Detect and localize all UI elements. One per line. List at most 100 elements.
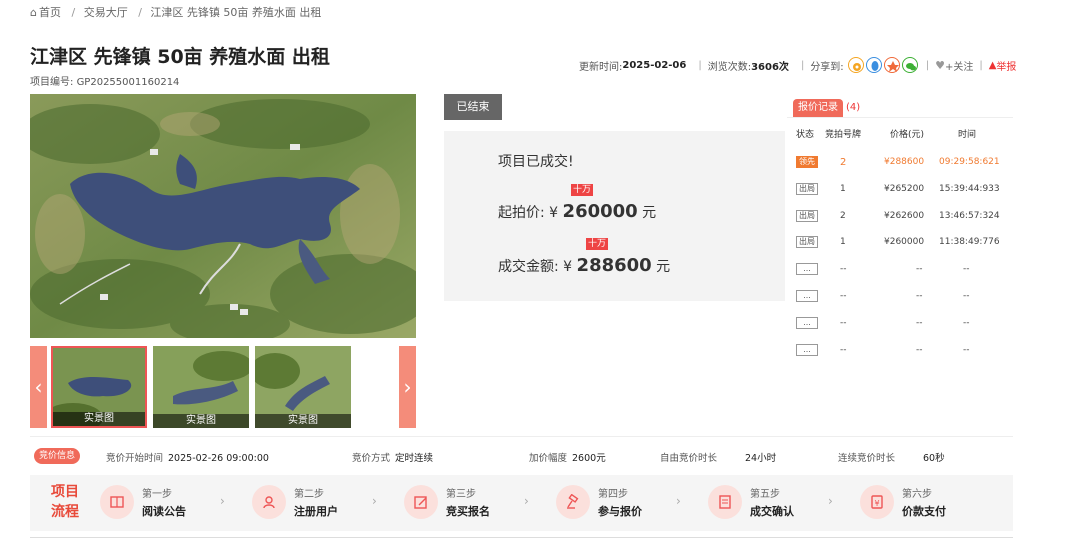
chevron-right-icon: › xyxy=(372,494,377,508)
record-time: 09:29:58:621 xyxy=(939,157,1000,167)
record-price: ¥262600 xyxy=(884,211,925,221)
step-1-circle xyxy=(100,485,134,519)
step-name: 注册用户 xyxy=(294,505,338,518)
info-free-duration: 自由竞价时长 24小时 xyxy=(660,450,776,464)
step-number: 第三步 xyxy=(446,489,476,500)
records-tab[interactable]: 报价记录 xyxy=(793,99,843,117)
step-3-circle xyxy=(404,485,438,519)
record-time: 11:38:49:776 xyxy=(939,237,1000,247)
thumbnail-3[interactable]: 实景图 xyxy=(255,346,351,428)
meta-bar: 更新时间: 2025-02-06 | 浏览次数: 3606次 | 分享到: | … xyxy=(579,57,1017,73)
chevron-right-icon: › xyxy=(828,494,833,508)
wechat-share-icon[interactable] xyxy=(901,57,918,73)
record-price: -- xyxy=(916,291,923,301)
currency-symbol: ¥ xyxy=(549,205,559,221)
record-price: ¥260000 xyxy=(884,237,925,247)
info-start-time: 竞价开始时间 2025-02-26 09:00:00 xyxy=(106,450,269,464)
record-price: -- xyxy=(916,318,923,328)
record-price: ¥265200 xyxy=(884,184,925,194)
col-time: 时间 xyxy=(958,130,977,140)
thumbnail-label: 实景图 xyxy=(53,412,145,426)
follow-button[interactable]: +关注 xyxy=(945,58,973,73)
info-label: 连续竞价时长 xyxy=(838,453,896,464)
breadcrumb-hall[interactable]: 交易大厅 xyxy=(84,6,128,19)
views-label: 浏览次数: xyxy=(707,61,752,73)
breadcrumb: ⌂ 首页 / 交易大厅 / 江津区 先锋镇 50亩 养殖水面 出租 xyxy=(30,6,322,19)
record-bidder: -- xyxy=(840,291,847,301)
report-icon[interactable]: ▲ xyxy=(989,60,997,71)
record-bidder: -- xyxy=(840,345,847,355)
info-value: 2600元 xyxy=(572,453,606,464)
prev-arrow-button[interactable]: ‹ xyxy=(30,346,47,428)
report-button[interactable]: 举报 xyxy=(996,58,1016,73)
step-2-circle xyxy=(252,485,286,519)
info-label: 自由竞价时长 xyxy=(660,453,718,464)
start-unit-badge: 十万 xyxy=(571,184,594,196)
result-text: 项目已成交! xyxy=(498,154,574,170)
divider xyxy=(30,436,1013,437)
records-header: 报价记录 (4) xyxy=(793,99,860,117)
breadcrumb-home[interactable]: 首页 xyxy=(39,6,61,19)
record-status: ... xyxy=(796,290,818,302)
step-number: 第二步 xyxy=(294,489,324,500)
project-number-value: GP20255001160214 xyxy=(76,77,180,88)
record-time: -- xyxy=(963,264,970,274)
info-label: 竞价方式 xyxy=(352,453,391,464)
qzone-share-icon[interactable] xyxy=(883,57,900,73)
records-count: (4) xyxy=(846,102,861,113)
record-time: -- xyxy=(963,291,970,301)
views-value: 3606次 xyxy=(751,61,789,73)
main-photo xyxy=(30,94,416,338)
chevron-left-icon: ‹ xyxy=(34,375,43,399)
info-value: 24小时 xyxy=(745,453,777,464)
record-bidder: 2 xyxy=(840,157,847,168)
info-value: 60秒 xyxy=(923,453,945,464)
qq-share-icon[interactable] xyxy=(865,57,882,73)
info-label: 加价幅度 xyxy=(529,453,568,464)
chevron-right-icon: › xyxy=(676,494,681,508)
heart-icon[interactable]: ♥ xyxy=(935,59,945,72)
thumbnail-2[interactable]: 实景图 xyxy=(153,346,249,428)
step-name: 成交确认 xyxy=(750,505,794,518)
step-number: 第六步 xyxy=(902,489,932,500)
thumbnail-1[interactable]: 实景图 xyxy=(51,346,147,428)
step-number: 第一步 xyxy=(142,489,172,500)
home-icon[interactable]: ⌂ xyxy=(30,6,37,19)
unit-label: 元 xyxy=(656,259,671,275)
start-price-label: 起拍价: xyxy=(498,205,545,221)
next-arrow-button[interactable]: › xyxy=(399,346,416,428)
record-status: ... xyxy=(796,263,818,275)
weibo-share-icon[interactable] xyxy=(847,57,864,73)
step-name: 竞买报名 xyxy=(446,505,490,518)
project-number-label: 项目编号: xyxy=(30,77,74,88)
updated-label: 更新时间: xyxy=(579,61,623,73)
deal-unit-badge: 十万 xyxy=(586,238,609,250)
step-6-circle: ¥ xyxy=(860,485,894,519)
thumbnail-label: 实景图 xyxy=(153,414,249,428)
col-price: 价格(元) xyxy=(890,130,925,140)
chevron-right-icon: › xyxy=(403,375,412,399)
step-name: 价款支付 xyxy=(902,505,946,518)
step-number: 第五步 xyxy=(750,489,780,500)
col-status: 状态 xyxy=(796,130,815,140)
status-badge: 已结束 xyxy=(444,94,502,120)
thumbnail-label: 实景图 xyxy=(255,414,351,428)
col-bidder: 竞拍号牌 xyxy=(825,130,862,140)
record-status: ... xyxy=(796,344,818,356)
share-label: 分享到: xyxy=(810,61,844,73)
record-bidder: -- xyxy=(840,318,847,328)
bid-info-tag: 竞价信息 xyxy=(34,448,81,464)
record-status: ... xyxy=(796,317,818,329)
page-title: 江津区 先锋镇 50亩 养殖水面 出租 xyxy=(30,46,330,68)
record-bidder: -- xyxy=(840,264,847,274)
record-bidder: 1 xyxy=(840,184,846,194)
step-4-circle xyxy=(556,485,590,519)
result-panel: 项目已成交! 十万 起拍价: ¥ 260000 元 十万 成交金额: ¥ 288… xyxy=(444,131,785,301)
svg-text:¥: ¥ xyxy=(874,499,879,508)
thumbnail-strip: ‹ 实景图 实景图 实景图 › xyxy=(30,346,416,428)
record-price: ¥288600 xyxy=(884,157,925,167)
info-value: 2025-02-26 09:00:00 xyxy=(168,453,269,464)
record-price: -- xyxy=(916,345,923,355)
deal-price-row: 成交金额: ¥ 288600 元 xyxy=(498,255,670,276)
record-time: -- xyxy=(963,318,970,328)
